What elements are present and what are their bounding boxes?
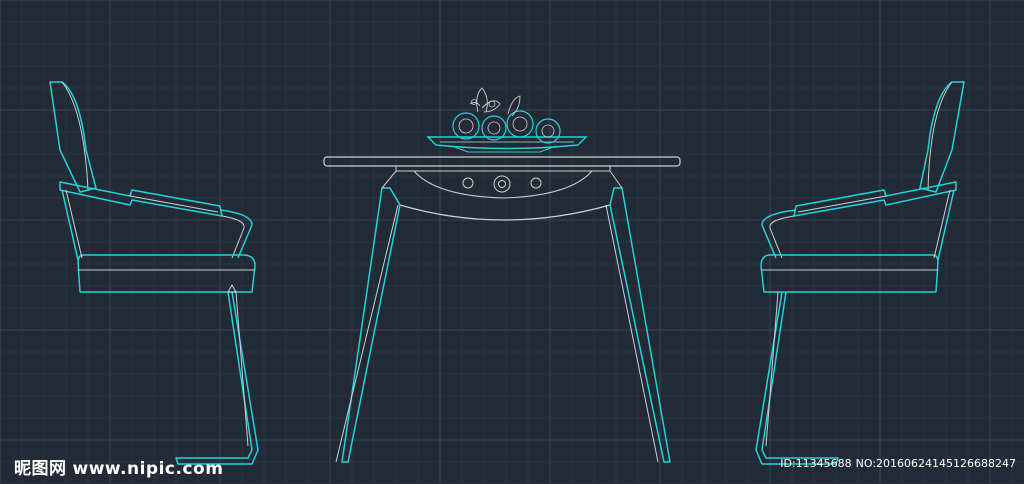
fruit-1 [452, 112, 480, 140]
table-left-leg [341, 187, 401, 463]
plate [426, 136, 588, 150]
table-right-leg [609, 187, 671, 463]
right-chair-armrest [793, 181, 957, 217]
right-chair-leg [755, 291, 839, 465]
fruit-plate [426, 87, 588, 153]
table [323, 156, 681, 463]
watermark-logo-text: 昵图网 [14, 459, 67, 479]
table-top [323, 156, 681, 167]
watermark-no-text: NO:20160624145126688247 [855, 457, 1016, 470]
fruit-4 [535, 118, 561, 144]
watermark-id: ID:11345688 NO:20160624145126688247 [780, 457, 1016, 470]
watermark-logo: 昵图网 www.nipic.com [14, 454, 223, 479]
watermark-site[interactable]: www.nipic.com [73, 459, 224, 479]
watermark-id-text: ID:11345688 [780, 457, 852, 470]
cad-drawing [0, 0, 1024, 484]
fruit-3 [506, 110, 534, 138]
table-apron [413, 170, 593, 199]
right-chair [755, 81, 965, 465]
left-chair-leg [175, 291, 259, 465]
cad-grid [0, 0, 1024, 484]
